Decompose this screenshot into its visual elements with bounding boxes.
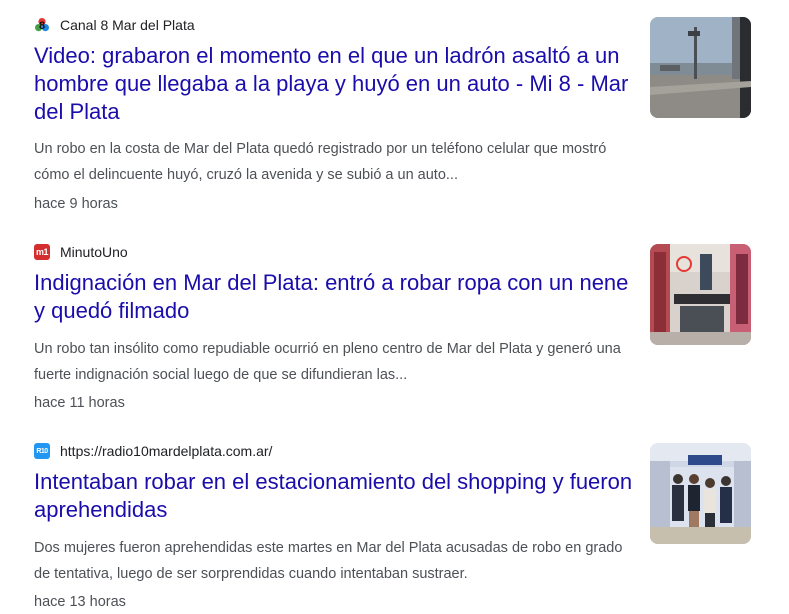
- result-timestamp: hace 11 horas: [34, 395, 125, 411]
- canal8-logo-icon: 8: [34, 17, 50, 33]
- result-snippet: Un robo en la costa de Mar del Plata que…: [34, 141, 607, 183]
- svg-text:8: 8: [39, 20, 45, 32]
- result-title-link[interactable]: Video: grabaron el momento en el que un …: [34, 42, 634, 126]
- minutouno-logo-icon: m1: [34, 244, 50, 260]
- result-snippet: Dos mujeres fueron aprehendidas este mar…: [34, 540, 623, 582]
- result-source[interactable]: 8 Canal 8 Mar del Plata: [34, 16, 195, 34]
- favicon-text: m1: [35, 247, 49, 257]
- result-title-link[interactable]: Intentaban robar en el estacionamiento d…: [34, 468, 634, 524]
- result-timestamp: hace 13 horas: [34, 594, 126, 610]
- favicon-text: R10: [36, 447, 48, 455]
- news-results-list: 8 Canal 8 Mar del Plata Video: grabaron …: [0, 0, 789, 614]
- result-thumbnail[interactable]: [650, 244, 751, 345]
- result-snippet: Un robo tan insólito como repudiable ocu…: [34, 341, 621, 383]
- radio10-logo-icon: R10: [34, 443, 50, 459]
- source-name: MinutoUno: [60, 244, 128, 260]
- result-thumbnail[interactable]: [650, 17, 751, 118]
- result-timestamp: hace 9 horas: [34, 196, 118, 212]
- result-source[interactable]: R10 https://radio10mardelplata.com.ar/: [34, 442, 272, 460]
- result-title-link[interactable]: Indignación en Mar del Plata: entró a ro…: [34, 269, 634, 325]
- result-thumbnail[interactable]: [650, 443, 751, 544]
- source-name: Canal 8 Mar del Plata: [60, 17, 195, 33]
- source-name: https://radio10mardelplata.com.ar/: [60, 443, 273, 459]
- result-source[interactable]: m1 MinutoUno: [34, 243, 128, 261]
